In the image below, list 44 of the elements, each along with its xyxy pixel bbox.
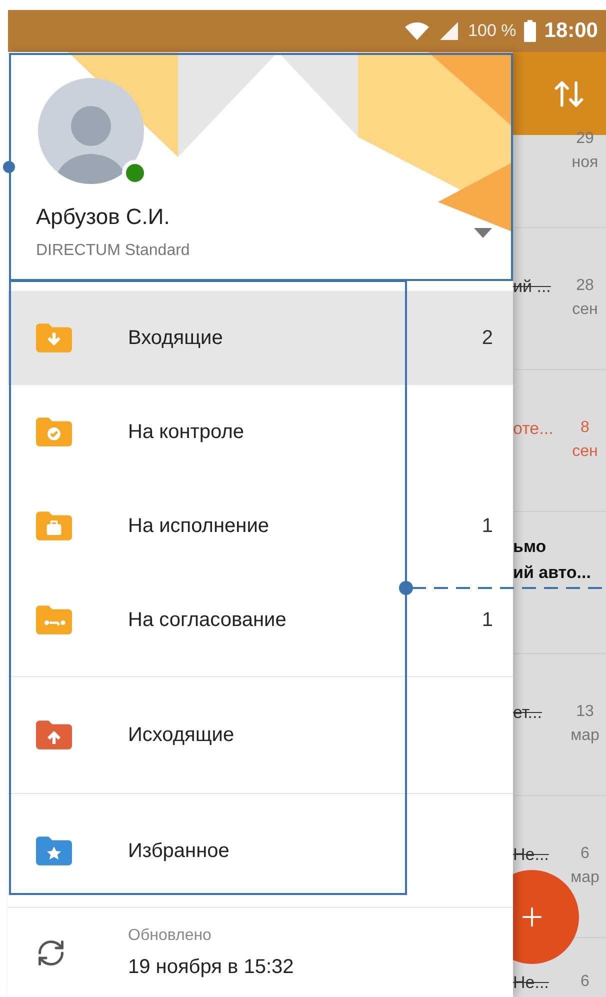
updated-label: Обновлено [128,926,212,946]
menu-item[interactable]: Избранное [8,794,513,907]
wifi-icon [404,21,430,41]
row-title: оте... [513,418,554,440]
battery-percent: 100 % [468,20,516,42]
dropdown-caret-icon[interactable] [474,228,492,238]
row-date-day: 8 [580,416,590,440]
row-title: ьмо [513,536,548,558]
menu-label: На согласование [128,608,288,633]
signal-icon [438,21,460,41]
row-date-day: 13 [576,700,594,724]
menu-count: 1 [482,608,493,633]
row-title: Не... [513,972,550,994]
row-title: Не... [513,844,550,866]
row-date-day: 29 [576,127,594,151]
account-name: DIRECTUM Standard [36,241,190,261]
updated-time: 19 ноября в 15:32 [128,954,294,980]
menu-item[interactable]: На исполнение 1 [8,479,513,573]
row-date-month: ноя [572,153,598,173]
row-title: ий ... [513,276,552,298]
menu-item[interactable]: На согласование 1 [8,573,513,667]
menu-label: Входящие [128,326,224,351]
row-date-day: 6 [580,842,590,866]
row-date-month: мар [570,868,600,888]
row-date-day: 28 [576,274,594,298]
user-name: Арбузов С.И. [36,203,171,231]
battery-icon [524,20,536,42]
menu-label: На исполнение [128,514,270,539]
menu-count: 2 [482,326,493,351]
row-date-month: сен [572,442,598,462]
menu-item[interactable]: Исходящие [8,677,513,793]
row-title: ет... [513,702,543,724]
row-title: ий авто... [513,562,592,584]
row-date-month: мар [570,726,600,746]
menu-item[interactable]: Входящие 2 [8,291,513,385]
sync-icon[interactable] [36,938,66,968]
menu-item[interactable]: На контроле [8,385,513,479]
row-date-month: сен [572,300,598,320]
menu-label: На контроле [128,420,246,445]
menu-label: Исходящие [128,723,236,748]
menu-count: 1 [482,514,493,539]
menu-label: Избранное [128,838,230,864]
row-date-day: 6 [580,970,590,994]
status-time: 18:00 [544,18,598,44]
